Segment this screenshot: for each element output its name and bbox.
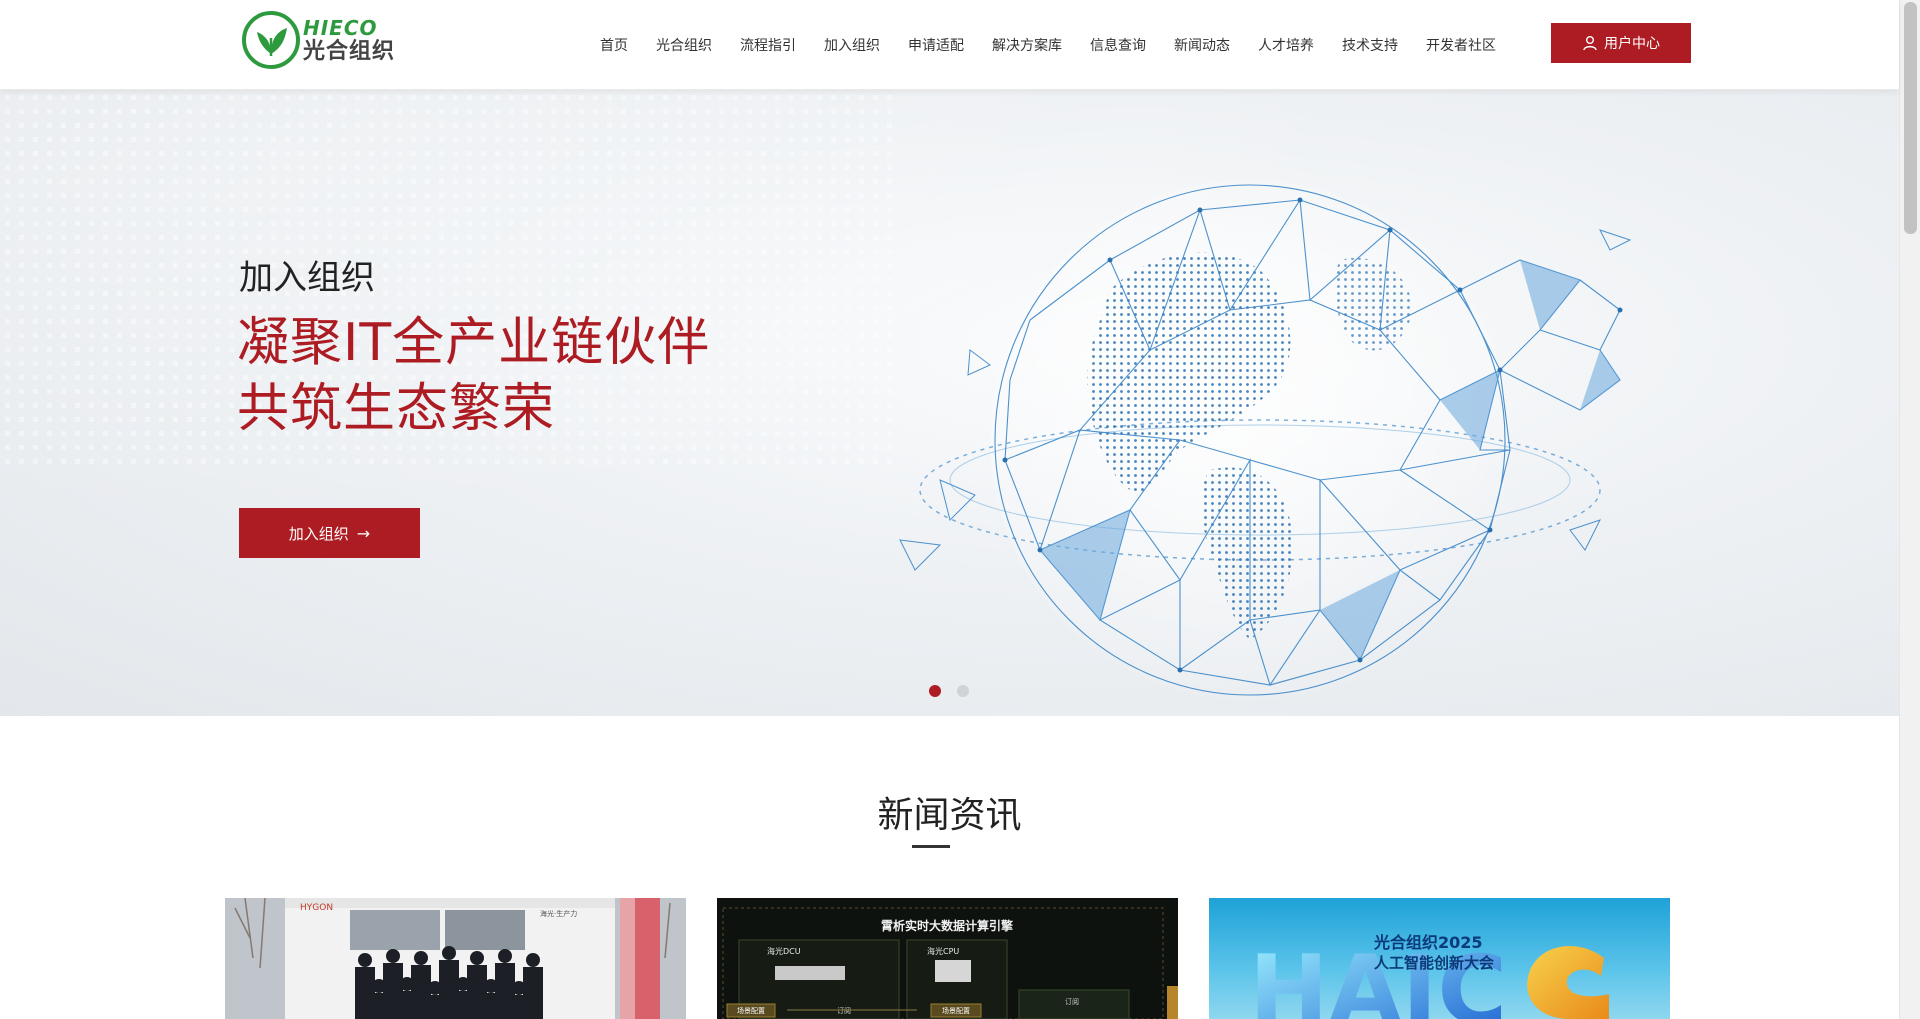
carousel-pagination	[929, 685, 985, 697]
news-card-1-image: HYGON 海光·生产力	[225, 898, 686, 1019]
card-2-tag-3: 场景配置	[942, 1006, 970, 1015]
nav-item-talent[interactable]: 人才培养	[1258, 35, 1314, 55]
nav-item-developer-community[interactable]: 开发者社区	[1426, 35, 1496, 55]
user-center-button[interactable]: 用户中心	[1551, 23, 1691, 63]
news-card-3-image: HAIC 光合组织2025 人工智能创新大会	[1249, 933, 1609, 1019]
card-3-line-2: 人工智能创新大会	[1374, 954, 1494, 972]
logo-english-text: HIECO	[303, 15, 378, 40]
hero-join-button[interactable]: 加入组织 →	[239, 508, 420, 558]
user-icon	[1583, 36, 1597, 51]
nav-item-join[interactable]: 加入组织	[824, 35, 880, 55]
nav-item-organization[interactable]: 光合组织	[656, 35, 712, 55]
site-logo[interactable]: HIECO 光合组织	[241, 10, 411, 70]
nav-item-apply-adaptation[interactable]: 申请适配	[908, 35, 964, 55]
news-card-2-image: 霄析实时大数据计算引擎 海光DCU 海光CPU 订阅 场景配置 订阅 场景配置	[717, 898, 1178, 1019]
nav-item-process-guide[interactable]: 流程指引	[740, 35, 796, 55]
hero-title-line-1: 凝聚IT全产业链伙伴	[237, 313, 711, 373]
news-title-underline	[912, 845, 950, 848]
card-2-heading: 霄析实时大数据计算引擎	[881, 918, 1013, 933]
user-center-label: 用户中心	[1604, 36, 1660, 52]
hero-title-line-2: 共筑生态繁荣	[237, 379, 556, 439]
arrow-right-icon: →	[356, 523, 371, 543]
news-section-title: 新闻资讯	[877, 795, 1022, 836]
card-1-side-text: 海光·生产力	[540, 909, 577, 918]
hero-join-button-label: 加入组织	[288, 524, 349, 543]
logo-chinese-text: 光合组织	[303, 38, 396, 64]
card-1-banner-text: HYGON	[300, 903, 333, 913]
card-3-line-1: 光合组织2025	[1373, 933, 1483, 952]
nav-item-info-query[interactable]: 信息查询	[1090, 35, 1146, 55]
page-scrollbar[interactable]	[1899, 0, 1920, 1019]
news-card-2[interactable]: 霄析实时大数据计算引擎 海光DCU 海光CPU 订阅 场景配置 订阅 场景配置	[717, 898, 1178, 1019]
card-2-tag-1: 场景配置	[737, 1006, 765, 1015]
card-2-tag-4: 订阅	[1065, 997, 1079, 1006]
carousel-dot-2[interactable]	[957, 685, 969, 697]
nav-item-news[interactable]: 新闻动态	[1174, 35, 1230, 55]
scrollbar-thumb[interactable]	[1904, 2, 1917, 234]
network-globe-illustration	[899, 180, 1632, 700]
leaf-logo-icon	[242, 11, 300, 69]
main-nav: 首页 光合组织 流程指引 加入组织 申请适配 解决方案库 信息查询 新闻动态 人…	[600, 30, 1496, 60]
nav-item-home[interactable]: 首页	[600, 35, 628, 55]
nav-item-solutions[interactable]: 解决方案库	[992, 35, 1062, 55]
news-card-1[interactable]: HYGON 海光·生产力	[225, 898, 686, 1019]
card-2-box-2: 海光CPU	[927, 946, 959, 956]
nav-item-tech-support[interactable]: 技术支持	[1342, 35, 1398, 55]
carousel-dot-1[interactable]	[929, 685, 941, 697]
site-header: HIECO 光合组织 首页 光合组织 流程指引 加入组织 申请适配 解决方案库 …	[0, 0, 1899, 90]
hero-subtitle: 加入组织	[239, 258, 375, 298]
hero-banner: 加入组织 凝聚IT全产业链伙伴 共筑生态繁荣 加入组织 →	[0, 90, 1899, 716]
news-card-3[interactable]: HAIC 光合组织2025 人工智能创新大会	[1209, 898, 1670, 1019]
card-2-box-1: 海光DCU	[767, 946, 801, 956]
